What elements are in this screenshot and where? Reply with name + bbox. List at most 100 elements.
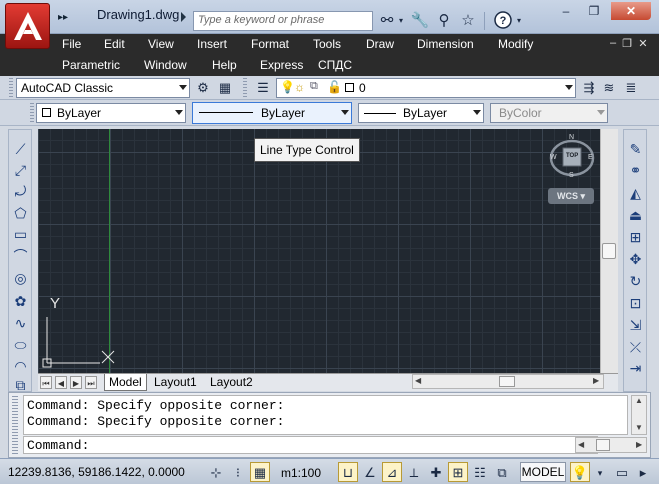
vertical-scroll-thumb[interactable] <box>602 243 616 259</box>
menu-file[interactable]: File <box>62 37 81 51</box>
scroll-down-arrow-icon[interactable]: ▼ <box>635 423 643 432</box>
color-control-combo[interactable]: ByLayer <box>36 103 186 123</box>
layer-properties-manager-icon[interactable]: ☰ <box>254 79 272 97</box>
erase-icon[interactable]: ✎ <box>626 140 645 159</box>
horizontal-scroll-thumb[interactable] <box>499 376 515 387</box>
tab-model[interactable]: Model <box>104 374 147 391</box>
menu-express[interactable]: Express <box>260 58 303 72</box>
menu-window[interactable]: Window <box>144 58 187 72</box>
offset-icon[interactable]: ⏏ <box>626 206 645 225</box>
construction-line-icon[interactable]: ⤢ <box>11 161 30 180</box>
layer-combo[interactable]: 💡 ☼ ⧉ 🔓 0 <box>276 78 576 98</box>
array-icon[interactable]: ⊞ <box>626 228 645 247</box>
status-menu-arrow-icon[interactable]: ▾ <box>594 462 606 482</box>
mirror-icon[interactable]: ◭ <box>626 184 645 203</box>
command-line-scrollbar[interactable]: ◀ ▶ <box>575 437 647 453</box>
menu-insert[interactable]: Insert <box>197 37 227 51</box>
binoculars-icon[interactable]: ⚯ <box>376 11 398 31</box>
lineweight-display-icon[interactable]: ☷ <box>470 462 490 482</box>
subscription-key-icon[interactable]: 🔧 <box>409 11 431 31</box>
doc-minimize-button[interactable]: – <box>606 37 620 49</box>
linetype-control-combo[interactable]: ByLayer <box>192 102 352 124</box>
drawing-canvas[interactable]: Y X <box>38 129 600 373</box>
unlock-icon[interactable]: 🔓 <box>327 80 342 94</box>
restore-button[interactable]: ❐ <box>581 2 607 20</box>
revision-cloud-icon[interactable]: ✿ <box>11 292 30 311</box>
extend-icon[interactable]: ⇥ <box>626 359 645 378</box>
ellipse-icon[interactable]: ⬭ <box>11 336 30 355</box>
help-icon[interactable]: ? <box>492 11 514 31</box>
doc-close-button[interactable]: ✕ <box>636 37 650 50</box>
help-dropdown-icon[interactable]: ▾ <box>514 11 524 31</box>
canvas-horizontal-scrollbar[interactable]: ◀ ▶ <box>412 374 604 389</box>
lineweight-control-combo[interactable]: ByLayer <box>358 103 484 123</box>
stretch-icon[interactable]: ⇲ <box>626 316 645 335</box>
viewcube-east-label[interactable]: E <box>588 154 593 161</box>
lightbulb-on-icon[interactable]: 💡 <box>280 80 295 94</box>
tab-layout1[interactable]: Layout1 <box>150 374 201 391</box>
infer-constraints-icon[interactable]: ⊹ <box>206 462 226 482</box>
toolbar-grip[interactable] <box>9 78 13 98</box>
menu-format[interactable]: Format <box>251 37 289 51</box>
viewcube-south-label[interactable]: S <box>569 172 574 179</box>
canvas-vertical-scrollbar[interactable] <box>600 129 618 373</box>
viewport-freeze-icon[interactable]: ⧉ <box>310 80 318 93</box>
sun-thaw-icon[interactable]: ☼ <box>294 80 305 94</box>
workspace-combo[interactable]: AutoCAD Classic <box>16 78 190 98</box>
previous-layout-button[interactable]: ◀ <box>55 376 67 389</box>
annotation-scale[interactable]: m1:100 <box>281 466 321 480</box>
command-input[interactable]: Command: <box>23 436 598 454</box>
viewcube-north-label[interactable]: N <box>569 134 574 141</box>
layer-previous-icon[interactable]: ≋ <box>600 79 618 97</box>
polyline-icon[interactable]: ⤾ <box>11 182 30 201</box>
trim-icon[interactable]: ⤫ <box>626 338 645 357</box>
menu-spds[interactable]: СПДС <box>318 58 352 72</box>
viewcube-west-label[interactable]: W <box>550 154 557 161</box>
dynamic-ucs-icon[interactable]: ✚ <box>426 462 446 482</box>
scroll-right-arrow-icon[interactable]: ▶ <box>593 376 599 385</box>
polygon-icon[interactable]: ⬠ <box>11 204 30 223</box>
copy-icon[interactable]: ⚭ <box>626 161 645 180</box>
menu-dimension[interactable]: Dimension <box>417 37 474 51</box>
ellipse-arc-icon[interactable]: ◠ <box>11 357 30 376</box>
clean-screen-icon[interactable]: ▭ <box>612 462 632 482</box>
toolbar-grip[interactable] <box>30 103 34 123</box>
lightbulb-isolate-icon[interactable]: 💡 <box>570 462 590 482</box>
move-icon[interactable]: ✥ <box>626 250 645 269</box>
menu-edit[interactable]: Edit <box>104 37 125 51</box>
search-expand-arrow-icon[interactable] <box>181 12 186 22</box>
menu-draw[interactable]: Draw <box>366 37 394 51</box>
next-layout-button[interactable]: ▶ <box>70 376 82 389</box>
model-space-button[interactable]: MODEL <box>520 462 566 482</box>
status-more-icon[interactable]: ▸ <box>636 462 650 482</box>
snap-mode-icon[interactable]: ⁝ <box>228 462 248 482</box>
search-dropdown-icon[interactable]: ▾ <box>396 11 406 31</box>
command-history-scrollbar[interactable]: ▲ ▼ <box>631 395 647 435</box>
communication-center-icon[interactable]: ⚲ <box>433 11 455 31</box>
last-layout-button[interactable]: ⏭ <box>85 376 97 389</box>
menu-view[interactable]: View <box>148 37 174 51</box>
scroll-up-arrow-icon[interactable]: ▲ <box>635 396 643 405</box>
polar-tracking-icon[interactable]: ∠ <box>360 462 380 482</box>
minimize-button[interactable]: – <box>553 2 579 20</box>
line-icon[interactable]: ⟋ <box>11 140 30 159</box>
scroll-left-arrow-icon[interactable]: ◀ <box>415 376 421 385</box>
quick-properties-icon[interactable]: ⧉ <box>492 462 512 482</box>
search-input[interactable]: Type a keyword or phrase <box>193 11 373 31</box>
workspace-settings-gear-icon[interactable]: ⚙ <box>194 79 212 97</box>
close-button[interactable]: ✕ <box>611 2 651 20</box>
tab-layout2[interactable]: Layout2 <box>206 374 257 391</box>
object-snap-tracking-icon[interactable]: ⟂ <box>404 462 424 482</box>
menu-tools[interactable]: Tools <box>313 37 341 51</box>
scroll-left-arrow-icon[interactable]: ◀ <box>578 440 584 449</box>
scale-icon[interactable]: ⊡ <box>626 294 645 313</box>
command-window-grip[interactable] <box>12 396 18 454</box>
menu-modify[interactable]: Modify <box>498 37 533 51</box>
app-menu-button[interactable] <box>5 3 50 49</box>
circle-icon[interactable]: ◎ <box>11 269 30 288</box>
wcs-menu-button[interactable]: WCS ▾ <box>548 188 594 204</box>
workspace-toolbar-icon[interactable]: ▦ <box>216 79 234 97</box>
doc-restore-button[interactable]: ❐ <box>620 37 634 50</box>
scroll-right-arrow-icon[interactable]: ▶ <box>636 440 642 449</box>
arc-icon[interactable]: ⌒ <box>11 247 30 266</box>
